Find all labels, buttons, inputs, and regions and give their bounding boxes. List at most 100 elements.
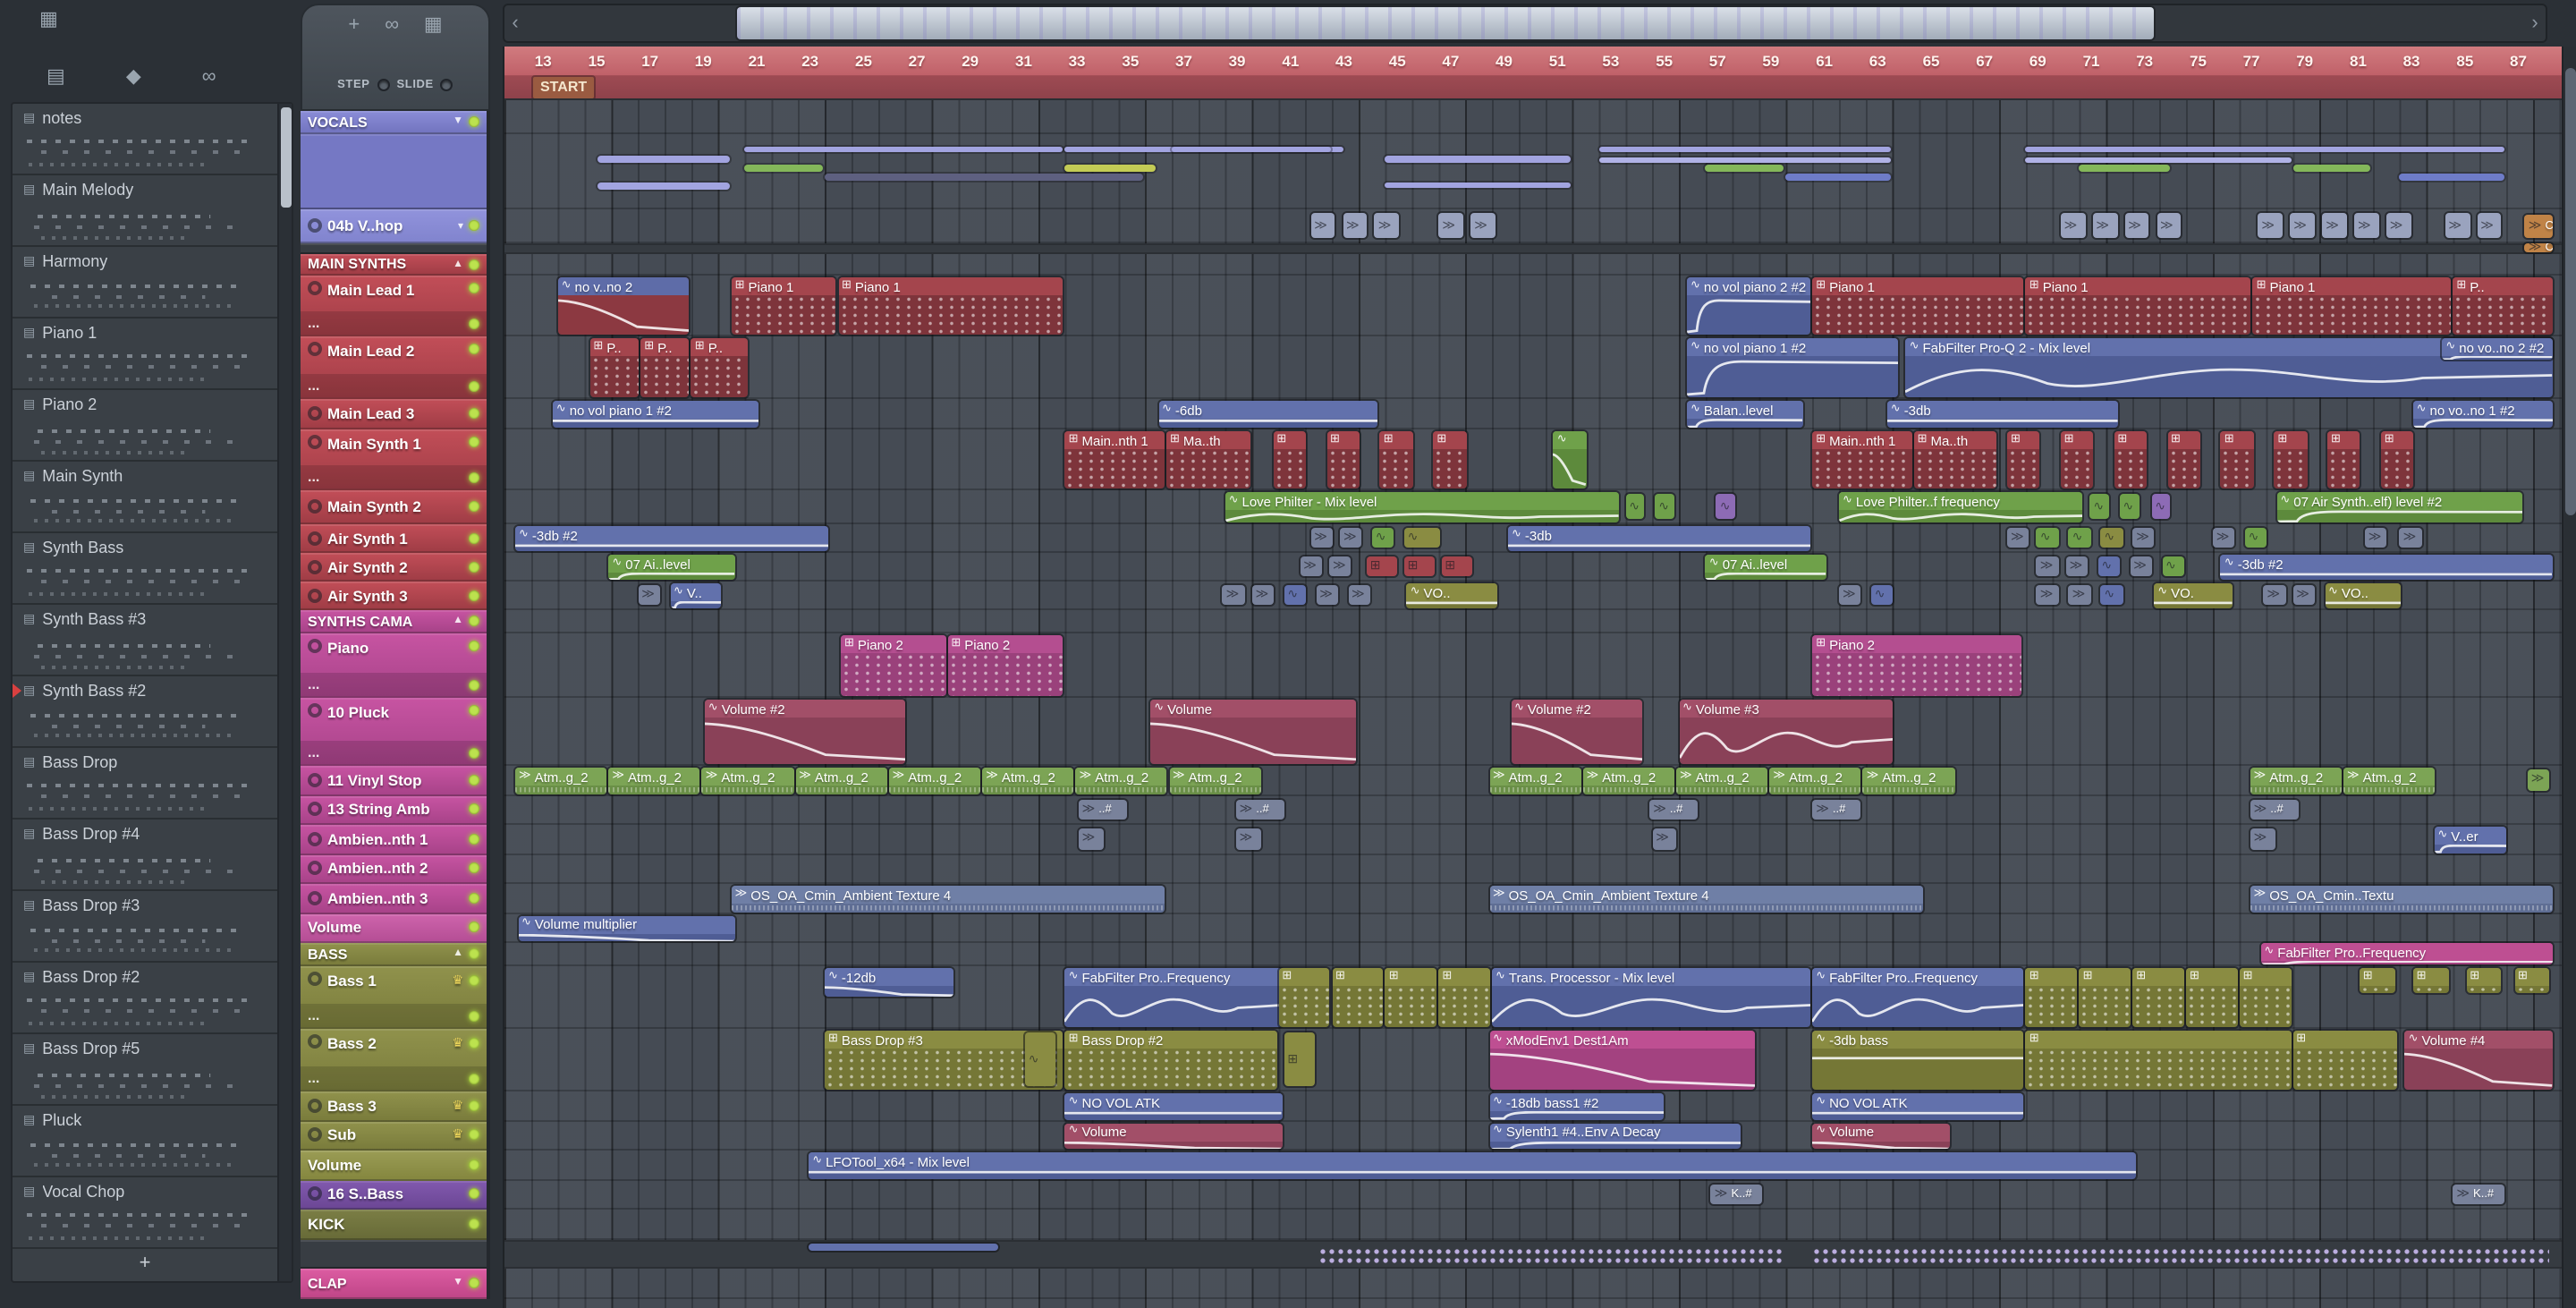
mute-icon[interactable] (308, 972, 322, 986)
track-led[interactable] (469, 641, 479, 651)
clip-atm-g-2[interactable]: ≫ Atm..g_2 (2250, 768, 2342, 794)
clip[interactable]: ≫ (1839, 585, 1861, 605)
clip[interactable]: ≫ (1652, 828, 1677, 849)
vertical-scrollbar[interactable] (2562, 47, 2576, 1308)
clip-[interactable]: ≫ ..# (1235, 799, 1285, 820)
clip[interactable]: ≫ (1340, 528, 1362, 548)
track-led[interactable] (469, 561, 479, 572)
piano-roll-icon[interactable]: ▤ (47, 67, 65, 88)
clip-fabfilter-pro-frequency[interactable]: ∿ FabFilter Pro..Frequency (1064, 968, 1283, 1027)
clip[interactable]: ∿ (1024, 1032, 1055, 1086)
clip[interactable]: ⊞ (2132, 968, 2184, 1027)
clip-vo[interactable]: ∿ VO.. (1406, 583, 1498, 608)
track-led[interactable] (469, 220, 479, 231)
clip-[interactable]: ≫ ..# (1812, 799, 1861, 820)
track-led[interactable] (469, 1129, 479, 1141)
track-air2[interactable]: Air Synth 2 (301, 553, 487, 582)
clip-piano-1[interactable]: ⊞ Piano 1 (2252, 277, 2452, 335)
clip[interactable] (1812, 1247, 2550, 1265)
clip[interactable]: ≫ (2007, 528, 2029, 548)
pattern-item[interactable]: ▤ Synth Bass #2 (13, 676, 277, 748)
pattern-scrollbar[interactable] (277, 104, 292, 1281)
track-amb3[interactable]: Ambien..nth 3 (301, 884, 487, 913)
mute-icon[interactable] (308, 281, 322, 295)
vocal-clip-stripe[interactable] (597, 156, 730, 163)
clip-k[interactable]: ≫ K..# (2453, 1184, 2504, 1204)
clip-no-vo-no-2-2[interactable]: ∿ no vo..no 2 #2 (2442, 338, 2553, 360)
vocal-clip-stripe[interactable] (825, 174, 1143, 181)
clip-3db[interactable]: ∿ -3db (1886, 401, 2118, 428)
track-lead2[interactable]: Main Lead 2... (301, 336, 487, 399)
clip[interactable]: ⊞ (2380, 431, 2414, 488)
track-led[interactable] (469, 259, 479, 269)
mute-icon[interactable] (308, 1098, 322, 1113)
playlist-grid[interactable]: ≫≫≫≫≫≫≫≫≫≫≫≫≫≫≫≫≫C.≫C.∿no v..no 2⊞Piano … (504, 100, 2562, 1308)
clip-07-ai-level[interactable]: ∿ 07 Ai..level (608, 555, 735, 580)
clip-no-vo-no-1-2[interactable]: ∿ no vo..no 1 #2 (2412, 401, 2553, 428)
track-led[interactable] (469, 1219, 479, 1229)
clip[interactable]: ⊞ (2079, 968, 2131, 1027)
track-led[interactable] (469, 532, 479, 543)
clip-love-philter-mix-level[interactable]: ∿ Love Philter - Mix level (1224, 492, 1619, 522)
clip-atm-g-2[interactable]: ≫ Atm..g_2 (701, 768, 794, 794)
clip[interactable]: ≫ (2364, 528, 2387, 548)
vocal-clip-stripe[interactable] (1385, 183, 1571, 188)
clip-p[interactable]: ⊞ P.. (589, 338, 639, 397)
vocal-clip-stripe[interactable] (597, 183, 730, 190)
clip[interactable]: ⊞ (2025, 968, 2078, 1027)
clip[interactable]: ⊞ (2220, 431, 2254, 488)
grid-icon[interactable]: ▦ (424, 15, 443, 36)
pattern-item[interactable]: ▤ Bass Drop #4 (13, 820, 277, 891)
track-bass-vol[interactable]: Volume (301, 1151, 487, 1180)
clip[interactable]: ≫ (1470, 213, 1496, 238)
pattern-item[interactable]: ▤ Harmony (13, 247, 277, 319)
clip[interactable]: ≫ (1343, 213, 1368, 238)
track-air1[interactable]: Air Synth 1 (301, 524, 487, 553)
track-led[interactable] (469, 862, 479, 874)
clip[interactable]: ⊞ (2025, 1031, 2292, 1090)
track-led[interactable] (469, 705, 479, 716)
clip[interactable]: ≫ (1251, 585, 1275, 605)
mute-icon[interactable] (308, 435, 322, 449)
clip-no-v-no-2[interactable]: ∿ no v..no 2 (557, 277, 690, 335)
clip[interactable]: ≫ (2322, 213, 2347, 238)
pattern-icon[interactable]: ◆ (126, 67, 141, 88)
track-led[interactable] (469, 679, 479, 690)
clip[interactable]: ≫ (1300, 556, 1322, 576)
track-air3[interactable]: Air Synth 3 (301, 582, 487, 610)
vocal-clip-stripe[interactable] (744, 147, 1063, 152)
clip[interactable]: ≫ (1310, 213, 1335, 238)
clip-trans-processor-mix-level[interactable]: ∿ Trans. Processor - Mix level (1492, 968, 1810, 1027)
track-led[interactable] (469, 803, 479, 815)
clip[interactable]: ⊞ (1433, 431, 1467, 488)
clip[interactable]: ≫ (2068, 585, 2091, 605)
clip[interactable]: ≫ (2092, 213, 2118, 238)
pattern-item[interactable]: ▤ Bass Drop #5 (13, 1034, 277, 1106)
clip[interactable]: ≫ (2399, 528, 2422, 548)
clip[interactable]: ≫ (2527, 769, 2550, 790)
vocal-clip-stripe[interactable] (2292, 165, 2371, 172)
track-led[interactable] (469, 975, 479, 986)
clip[interactable] (1318, 1247, 1784, 1265)
add-pattern-button[interactable]: + (13, 1253, 277, 1278)
clip-atm-g-2[interactable]: ≫ Atm..g_2 (1582, 768, 1674, 794)
clip-no-vol-atk[interactable]: ∿ NO VOL ATK (1812, 1093, 2024, 1119)
clip[interactable]: ∿ (2036, 528, 2059, 548)
clip-p[interactable]: ⊞ P.. (691, 338, 749, 397)
pattern-item[interactable]: ▤ Piano 1 (13, 319, 277, 390)
clip[interactable]: ≫ (2132, 528, 2155, 548)
track-cama-header[interactable]: SYNTHS CAMA ▲ (301, 610, 487, 633)
clip[interactable]: ⊞ (1403, 556, 1435, 576)
clip[interactable]: ≫ (2036, 556, 2059, 576)
pattern-item[interactable]: ▤ Bass Drop #2 (13, 963, 277, 1034)
track-led[interactable] (469, 471, 479, 482)
clip[interactable]: ≫ (2292, 585, 2315, 605)
clip[interactable]: ⊞ (2327, 431, 2360, 488)
clip-3db-bass[interactable]: ∿ -3db bass (1812, 1031, 2024, 1090)
chevron-down-icon[interactable]: ▾ (458, 219, 463, 232)
track-kick[interactable]: KICK (301, 1210, 487, 1240)
clip-fabfilter-pro-frequency[interactable]: ∿ FabFilter Pro..Frequency (1812, 968, 2024, 1027)
vocal-clip-stripe[interactable] (2079, 165, 2171, 172)
track-led[interactable] (469, 116, 479, 127)
track-vocals-header[interactable]: VOCALS ▼ (301, 111, 487, 134)
